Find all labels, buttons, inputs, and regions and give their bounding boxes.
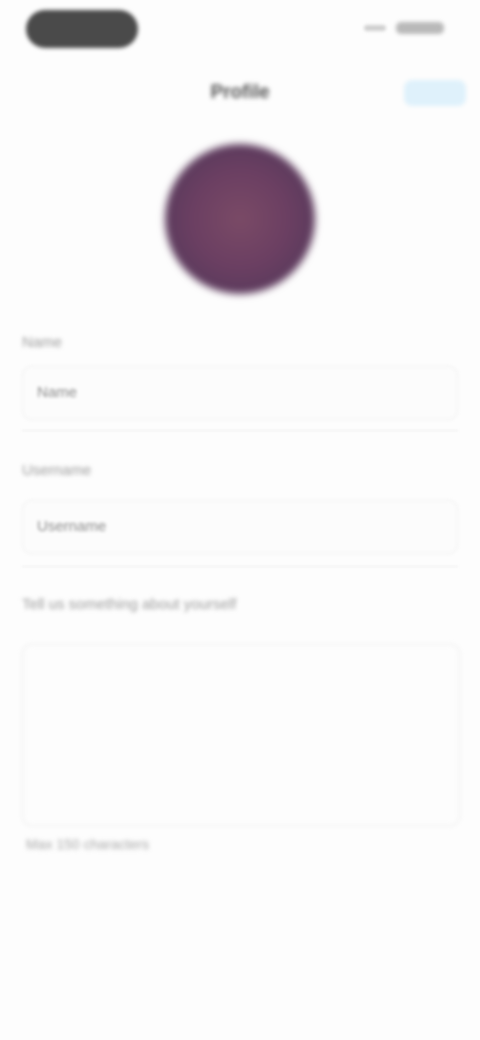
about-textarea[interactable] [22, 644, 460, 826]
signal-icon [364, 25, 386, 31]
profile-screen: Profile Name Name Username Username Tell… [0, 0, 480, 1040]
name-field[interactable]: Name [22, 366, 458, 420]
name-label: Name [22, 334, 63, 351]
nav-bar: Profile [0, 66, 480, 118]
status-bar [0, 0, 480, 64]
divider [22, 566, 458, 567]
name-field-value: Name [37, 384, 78, 401]
avatar[interactable] [165, 144, 315, 294]
about-caption: Max 150 characters [26, 836, 149, 852]
username-field-value: Username [37, 518, 107, 535]
username-field[interactable]: Username [22, 500, 458, 554]
username-label: Username [22, 462, 92, 479]
battery-icon [396, 22, 444, 34]
about-label: Tell us something about yourself [22, 596, 237, 613]
divider [22, 430, 458, 431]
status-icons [364, 22, 444, 34]
dynamic-island [26, 10, 138, 48]
save-button[interactable] [404, 80, 466, 106]
avatar-section [0, 136, 480, 306]
